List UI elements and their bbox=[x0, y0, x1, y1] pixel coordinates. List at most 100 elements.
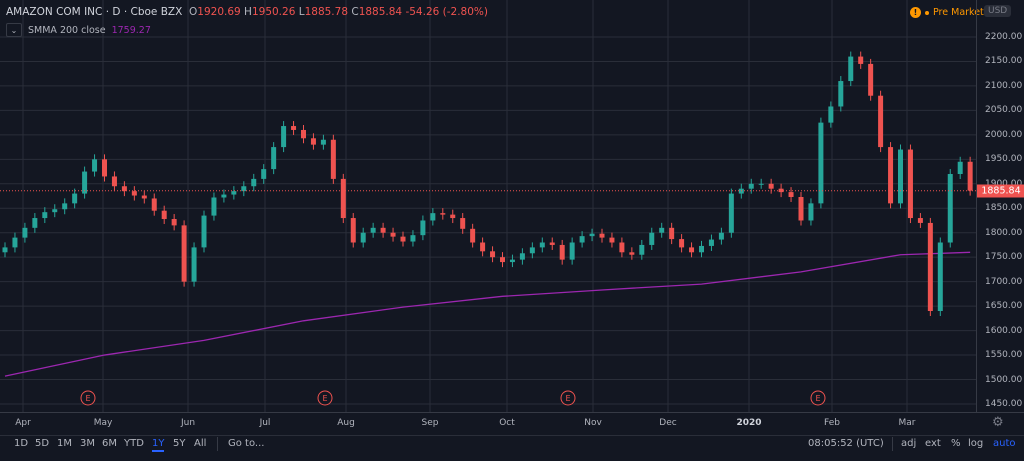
candle-body bbox=[559, 244, 565, 260]
candle-body bbox=[689, 247, 695, 253]
indicator-name[interactable]: SMMA bbox=[28, 25, 57, 36]
price-tick-label: 1700.00 bbox=[985, 276, 1023, 287]
candle-body bbox=[878, 95, 884, 148]
candle-body bbox=[370, 227, 376, 233]
range-5y[interactable]: 5Y bbox=[173, 438, 185, 449]
candle-body bbox=[201, 215, 207, 248]
candle-body bbox=[161, 210, 167, 220]
clock[interactable]: 08:05:52 (UTC) bbox=[808, 438, 884, 449]
alert-icon: ! bbox=[910, 7, 921, 18]
current-price-label: 1885.84 bbox=[977, 184, 1024, 198]
open-value: 1920.69 bbox=[197, 6, 241, 18]
time-tick-label: Apr bbox=[15, 418, 31, 428]
candle-body bbox=[788, 192, 794, 198]
divider bbox=[892, 437, 893, 451]
candle-body bbox=[609, 237, 615, 243]
price-axis[interactable]: 2200.00 2150.00 2100.00 2050.00 2000.00 1950.… bbox=[976, 0, 1024, 412]
candle-body bbox=[629, 252, 635, 255]
exchange: Cboe BZX bbox=[130, 6, 183, 18]
candle-body bbox=[818, 122, 824, 204]
divider bbox=[217, 437, 218, 451]
candle-body bbox=[808, 203, 814, 221]
price-tick-label: 2200.00 bbox=[985, 32, 1023, 42]
range-1m[interactable]: 1M bbox=[57, 438, 72, 449]
interval: D bbox=[112, 6, 121, 18]
candle-body bbox=[907, 149, 913, 219]
low-value: 1885.78 bbox=[304, 6, 348, 18]
candle-body bbox=[251, 178, 257, 187]
candle-body bbox=[430, 213, 436, 221]
smma-line bbox=[4, 251, 971, 377]
candle-body bbox=[480, 242, 486, 252]
range-3m[interactable]: 3M bbox=[80, 438, 95, 449]
candle-body bbox=[828, 106, 834, 123]
indicator-params: 200 close bbox=[59, 24, 106, 36]
time-tick-label: Aug bbox=[337, 418, 355, 428]
candle-body bbox=[12, 237, 18, 248]
candle-body bbox=[967, 161, 973, 191]
range-ytd[interactable]: YTD bbox=[124, 438, 144, 449]
adj-toggle[interactable]: adj bbox=[901, 438, 916, 449]
range-1y[interactable]: 1Y bbox=[152, 438, 165, 452]
candle-body bbox=[868, 63, 874, 96]
time-tick-label: Jul bbox=[259, 418, 271, 428]
candle-body bbox=[32, 218, 38, 228]
candle-body bbox=[579, 236, 585, 243]
price-chart[interactable]: EEEE bbox=[0, 0, 976, 412]
candle-body bbox=[699, 245, 704, 253]
candle-body bbox=[390, 232, 396, 237]
candle-body bbox=[141, 195, 147, 199]
price-tick-label: 1600.00 bbox=[985, 325, 1023, 336]
earnings-marker-label: E bbox=[565, 394, 570, 403]
candle-body bbox=[718, 232, 724, 240]
time-tick-label: Mar bbox=[898, 418, 916, 428]
candle-body bbox=[500, 257, 505, 263]
close-label: C bbox=[351, 6, 359, 18]
settings-gear-icon[interactable]: ⚙ bbox=[992, 415, 1004, 430]
candle-body bbox=[927, 222, 933, 312]
price-tick-label: 1800.00 bbox=[985, 227, 1023, 238]
price-tick-label: 1650.00 bbox=[985, 301, 1023, 312]
log-toggle[interactable]: log bbox=[968, 438, 983, 449]
time-tick-label: Oct bbox=[499, 418, 515, 428]
candle-body bbox=[310, 138, 316, 145]
candle-body bbox=[261, 169, 267, 179]
percent-toggle[interactable]: % bbox=[951, 438, 961, 449]
candle-body bbox=[888, 147, 894, 204]
ext-toggle[interactable]: ext bbox=[925, 438, 941, 449]
candle-body bbox=[400, 236, 406, 242]
time-axis[interactable]: ⚙ Apr May Jun Jul Aug Sep Oct Nov Dec 2020 Feb Mar bbox=[0, 412, 1024, 436]
earnings-marker-label: E bbox=[322, 394, 327, 403]
indicator-legend: ⌄ SMMA 200 close 1759.27 bbox=[6, 23, 151, 37]
symbol-name[interactable]: AMAZON COM INC bbox=[6, 6, 102, 18]
chevron-down-icon[interactable]: ⌄ bbox=[6, 23, 22, 37]
candle-body bbox=[509, 259, 515, 263]
candle-body bbox=[748, 183, 754, 189]
range-5d[interactable]: 5D bbox=[35, 438, 49, 449]
candle-body bbox=[181, 225, 187, 282]
price-tick-label: 1500.00 bbox=[985, 374, 1023, 385]
candle-body bbox=[92, 159, 98, 172]
range-all[interactable]: All bbox=[194, 438, 206, 449]
candle-body bbox=[838, 81, 844, 107]
high-value: 1950.26 bbox=[251, 6, 296, 18]
candle-body bbox=[549, 242, 555, 245]
earnings-marker-label: E bbox=[815, 394, 820, 403]
goto-button[interactable]: Go to... bbox=[228, 438, 264, 449]
price-tick-label: 2150.00 bbox=[985, 56, 1023, 67]
candle-body bbox=[778, 188, 784, 193]
time-tick-label: Nov bbox=[584, 418, 602, 428]
candle-body bbox=[639, 244, 645, 255]
market-status[interactable]: ! Pre Market bbox=[910, 7, 984, 18]
candle-body bbox=[529, 247, 535, 254]
candle-body bbox=[898, 149, 903, 204]
auto-toggle[interactable]: auto bbox=[993, 438, 1016, 449]
range-1d[interactable]: 1D bbox=[14, 438, 28, 449]
candle-body bbox=[659, 227, 665, 233]
candle-body bbox=[848, 56, 854, 82]
time-tick-label: Sep bbox=[421, 418, 439, 428]
range-6m[interactable]: 6M bbox=[102, 438, 117, 449]
candle-body bbox=[350, 218, 356, 243]
candle-body bbox=[589, 233, 595, 237]
candle-body bbox=[72, 193, 78, 204]
